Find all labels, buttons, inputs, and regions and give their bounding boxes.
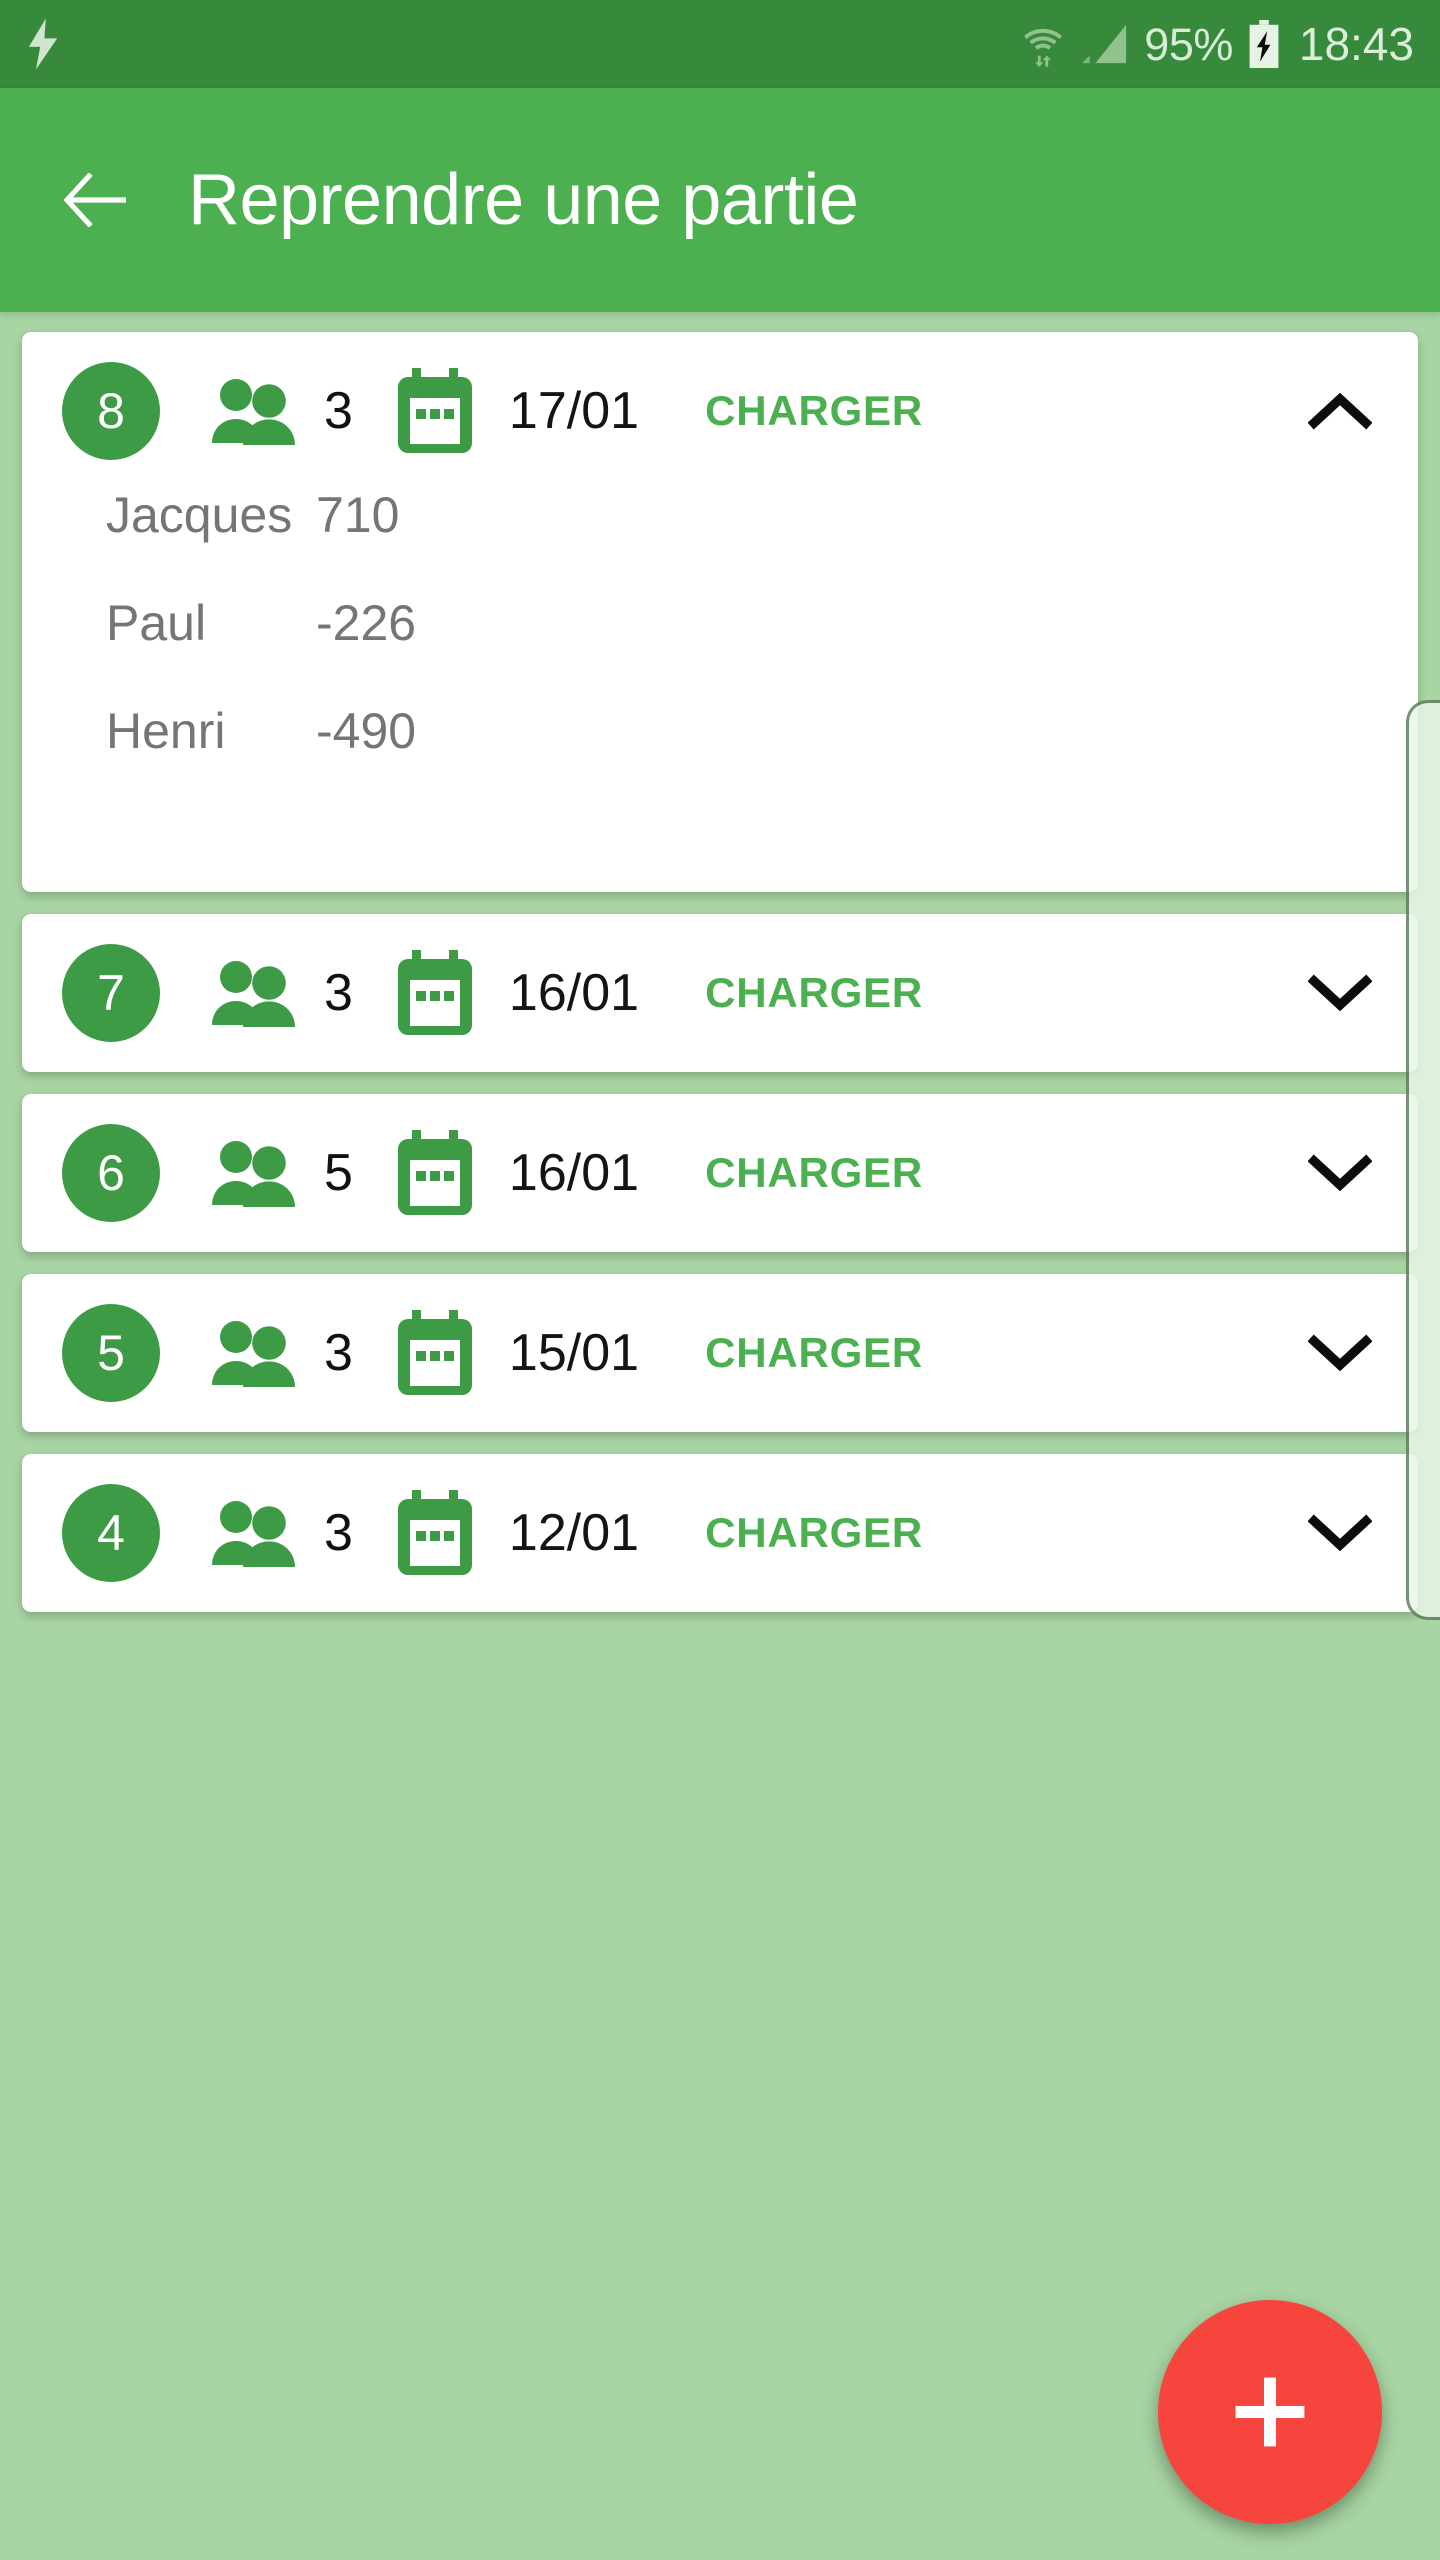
battery-percent-label: 95% <box>1144 18 1233 70</box>
score-row: Paul -226 <box>106 598 1418 706</box>
game-number-badge: 7 <box>62 944 160 1042</box>
people-icon <box>160 1317 300 1389</box>
game-date: 16/01 <box>508 1144 640 1202</box>
player-name: Jacques <box>106 487 293 543</box>
game-number-badge: 5 <box>62 1304 160 1402</box>
game-card[interactable]: 6 5 16/01 CHARGER <box>22 1094 1418 1252</box>
plus-icon <box>1227 2369 1313 2455</box>
status-bar-left <box>26 18 60 70</box>
player-count: 5 <box>324 1144 353 1202</box>
status-bar-right: 95% 18:43 <box>1020 20 1414 68</box>
status-bar-clock: 18:43 <box>1298 18 1414 70</box>
game-card[interactable]: 5 3 15/01 CHARGER <box>22 1274 1418 1432</box>
game-scores: Jacques 710 Paul -226 Henri -490 <box>22 490 1418 892</box>
game-number-badge: 4 <box>62 1484 160 1582</box>
vertical-scrollbar-thumb[interactable] <box>1406 700 1440 1620</box>
people-icon <box>160 1497 300 1569</box>
game-date: 17/01 <box>508 382 640 440</box>
player-count: 3 <box>324 1504 353 1562</box>
game-number-badge: 6 <box>62 1124 160 1222</box>
game-number-badge: 8 <box>62 362 160 460</box>
status-bar: 95% 18:43 <box>0 0 1440 88</box>
calendar-icon <box>353 1130 475 1216</box>
player-score: -490 <box>316 703 417 759</box>
chevron-down-icon[interactable] <box>1300 953 1380 1033</box>
score-row: Henri -490 <box>106 706 1418 814</box>
chevron-up-icon[interactable] <box>1300 371 1380 451</box>
games-list[interactable]: 8 3 17/01 CHARGER Jacques 710 Paul -226 … <box>0 312 1440 2560</box>
calendar-icon <box>353 368 475 454</box>
wifi-transfer-icon <box>1020 21 1066 67</box>
player-score: -226 <box>316 595 417 651</box>
load-game-button[interactable]: CHARGER <box>705 1152 923 1194</box>
load-game-button[interactable]: CHARGER <box>705 1332 923 1374</box>
game-card-header[interactable]: 7 3 16/01 CHARGER <box>22 914 1418 1072</box>
game-date: 16/01 <box>508 964 640 1022</box>
add-game-fab[interactable] <box>1158 2300 1382 2524</box>
game-card[interactable]: 7 3 16/01 CHARGER <box>22 914 1418 1072</box>
player-score: 710 <box>316 487 400 543</box>
app-bar: Reprendre une partie <box>0 88 1440 312</box>
load-game-button[interactable]: CHARGER <box>705 1512 923 1554</box>
load-game-button[interactable]: CHARGER <box>705 390 923 432</box>
people-icon <box>160 957 300 1029</box>
player-name: Henri <box>106 703 226 759</box>
game-date: 15/01 <box>508 1324 640 1382</box>
people-icon <box>160 1137 300 1209</box>
calendar-icon <box>353 1310 475 1396</box>
game-card-header[interactable]: 8 3 17/01 CHARGER <box>22 332 1418 490</box>
flash-icon <box>26 18 60 70</box>
game-card[interactable]: 4 3 12/01 CHARGER <box>22 1454 1418 1612</box>
game-card[interactable]: 8 3 17/01 CHARGER Jacques 710 Paul -226 … <box>22 332 1418 892</box>
player-count: 3 <box>324 964 353 1022</box>
game-card-header[interactable]: 4 3 12/01 CHARGER <box>22 1454 1418 1612</box>
chevron-down-icon[interactable] <box>1300 1313 1380 1393</box>
player-name: Paul <box>106 595 207 651</box>
calendar-icon <box>353 1490 475 1576</box>
page-title: Reprendre une partie <box>188 160 859 240</box>
player-count: 3 <box>324 382 353 440</box>
player-count: 3 <box>324 1324 353 1382</box>
chevron-down-icon[interactable] <box>1300 1133 1380 1213</box>
people-icon <box>160 375 300 447</box>
score-row: Jacques 710 <box>106 490 1418 598</box>
game-date: 12/01 <box>508 1504 640 1562</box>
game-card-header[interactable]: 6 5 16/01 CHARGER <box>22 1094 1418 1252</box>
calendar-icon <box>353 950 475 1036</box>
load-game-button[interactable]: CHARGER <box>705 972 923 1014</box>
game-card-header[interactable]: 5 3 15/01 CHARGER <box>22 1274 1418 1432</box>
arrow-left-icon <box>62 173 128 227</box>
battery-charging-icon <box>1247 20 1281 68</box>
cellular-signal-icon <box>1080 21 1130 67</box>
chevron-down-icon[interactable] <box>1300 1493 1380 1573</box>
back-button[interactable] <box>58 163 132 237</box>
